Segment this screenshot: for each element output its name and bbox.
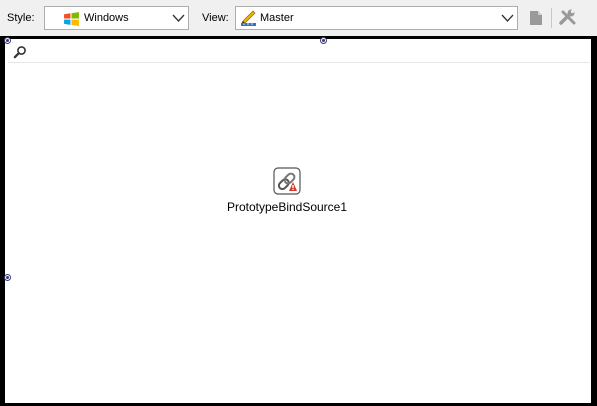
view-label: View: bbox=[202, 12, 229, 24]
search-icon bbox=[13, 46, 26, 59]
prototype-bind-source-component[interactable]: PrototypeBindSource1 bbox=[217, 167, 357, 217]
toolbar-separator bbox=[551, 8, 552, 28]
designer-toolbar: Style: Windows View: Master bbox=[0, 0, 597, 36]
chevron-down-icon[interactable] bbox=[501, 13, 514, 23]
page-icon[interactable] bbox=[526, 8, 546, 28]
wrench-icon[interactable] bbox=[558, 8, 578, 28]
style-dropdown[interactable]: Windows bbox=[44, 6, 189, 30]
windows-flag-icon bbox=[64, 12, 79, 26]
chevron-down-icon[interactable] bbox=[172, 13, 185, 23]
designer-surface: PrototypeBindSource1 bbox=[0, 36, 597, 406]
resize-handle-top-left[interactable] bbox=[4, 37, 11, 44]
style-dropdown-value: Windows bbox=[84, 12, 129, 24]
resize-handle-middle-left[interactable] bbox=[4, 274, 11, 281]
style-label: Style: bbox=[7, 12, 35, 24]
component-label: PrototypeBindSource1 bbox=[226, 200, 348, 214]
pencil-ruler-icon bbox=[241, 10, 256, 26]
design-canvas[interactable]: PrototypeBindSource1 bbox=[5, 39, 591, 403]
chain-link-icon bbox=[273, 167, 301, 195]
search-bar[interactable] bbox=[8, 41, 590, 63]
view-dropdown[interactable]: Master bbox=[235, 6, 518, 30]
view-dropdown-value: Master bbox=[260, 12, 294, 24]
resize-handle-top-middle[interactable] bbox=[320, 37, 327, 44]
